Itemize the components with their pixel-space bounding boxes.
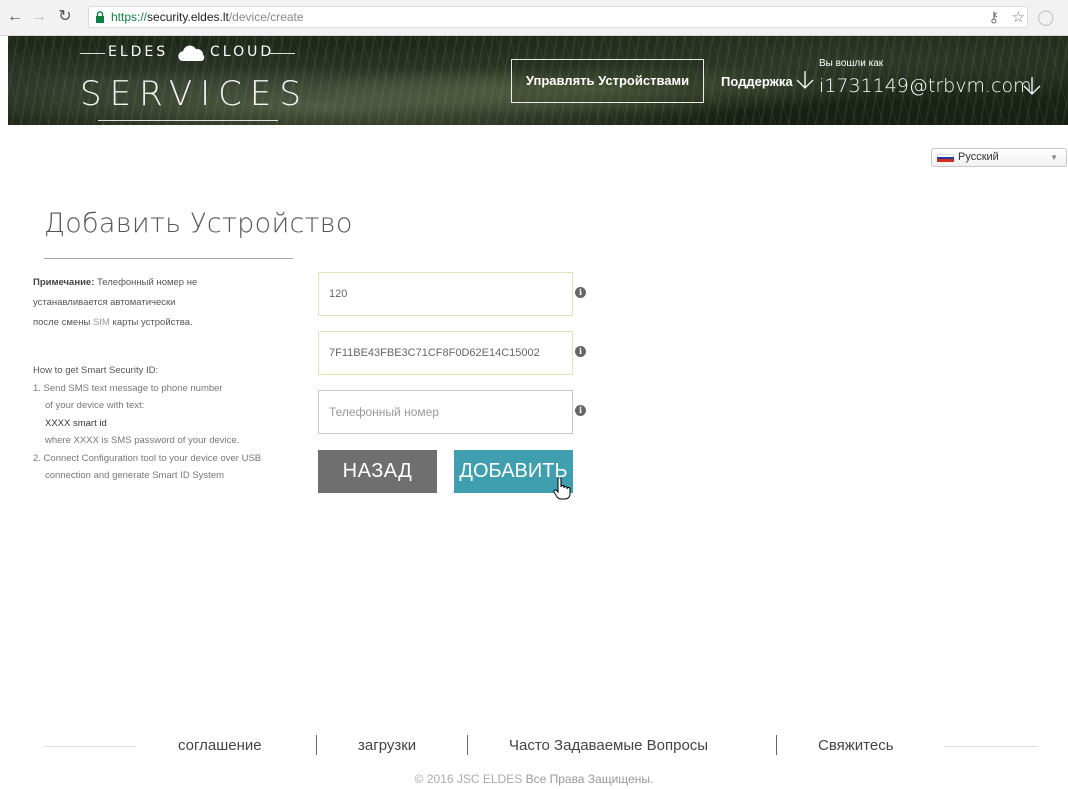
language-select[interactable]: Русский ▼ <box>931 148 1067 167</box>
user-email[interactable]: i1731149@trbvm.com <box>819 75 1032 97</box>
footer-divider-right <box>944 746 1038 747</box>
footer-faq-link[interactable]: Часто Задаваемые Вопросы <box>509 737 708 754</box>
url-host: security.eldes.lt <box>147 10 229 24</box>
forward-arrow-icon[interactable]: → <box>30 8 48 26</box>
logged-in-label: Вы вошли как <box>819 58 884 69</box>
logo-services-text: SERVICES <box>80 74 309 114</box>
help-heading: How to get Smart Security ID: <box>33 365 159 376</box>
info-icon[interactable]: i <box>575 346 586 357</box>
eldes-cloud-logo[interactable]: ELDES CLOUD SERVICES <box>80 44 301 122</box>
manage-devices-button[interactable]: Управлять Устройствами <box>511 59 704 103</box>
back-arrow-icon[interactable]: ← <box>6 8 24 26</box>
key-icon[interactable]: ⚷ <box>988 9 999 26</box>
copyright: © 2016 JSC ELDES Все Права Защищены. <box>414 772 654 786</box>
support-menu[interactable]: Поддержка <box>721 74 793 89</box>
support-label: Поддержка <box>721 74 793 89</box>
chevron-down-icon[interactable] <box>796 70 814 90</box>
page-title: Добавить Устройство <box>44 208 353 239</box>
logo-eldes-text: ELDES <box>108 44 169 60</box>
note-label: Примечание: <box>33 277 95 288</box>
footer-separator <box>316 735 317 755</box>
footer-separator <box>776 735 777 755</box>
back-button[interactable]: НАЗАД <box>318 450 437 493</box>
phone-note: Примечание: Телефонный номер не устанавл… <box>33 277 198 328</box>
cloud-icon <box>178 45 205 61</box>
russia-flag-icon <box>937 154 954 162</box>
smart-id-field[interactable]: 7F11BE43FBE3C71CF8F0D62E14C15002 <box>318 331 573 375</box>
url-path: /device/create <box>228 10 304 24</box>
browser-toolbar: ← → ↻ https://security.eldes.lt/device/c… <box>0 0 1068 36</box>
logo-cloud-text: CLOUD <box>210 44 275 60</box>
sms-command-text: XXXX smart id <box>45 417 107 429</box>
user-menu-chevron-icon[interactable] <box>1023 76 1041 96</box>
info-icon[interactable]: i <box>575 405 586 416</box>
url-scheme: https:// <box>111 10 148 24</box>
footer-divider-left <box>44 746 136 747</box>
footer-contact-link[interactable]: Свяжитесь <box>818 737 894 754</box>
language-selected: Русский <box>958 151 999 163</box>
star-icon[interactable]: ☆ <box>1012 9 1025 26</box>
title-divider <box>44 258 293 259</box>
hand-cursor-icon <box>553 478 571 500</box>
address-bar[interactable]: https://security.eldes.lt/device/create <box>88 6 1028 28</box>
lock-icon <box>96 11 104 23</box>
info-icon[interactable]: i <box>575 287 586 298</box>
device-field-1[interactable]: 120 <box>318 272 573 316</box>
caret-down-icon: ▼ <box>1050 153 1058 162</box>
smart-id-instructions: How to get Smart Security ID: 1. Send SM… <box>33 362 308 485</box>
footer-downloads-link[interactable]: загрузки <box>358 737 416 754</box>
reload-icon[interactable]: ↻ <box>56 8 74 26</box>
header-banner: ELDES CLOUD SERVICES Управлять Устройств… <box>8 36 1068 125</box>
footer-separator <box>467 735 468 755</box>
shield-icon[interactable]: ◯ <box>1037 9 1054 26</box>
phone-number-field[interactable]: Телефонный номер <box>318 390 573 434</box>
footer-agreement-link[interactable]: соглашение <box>178 737 262 754</box>
